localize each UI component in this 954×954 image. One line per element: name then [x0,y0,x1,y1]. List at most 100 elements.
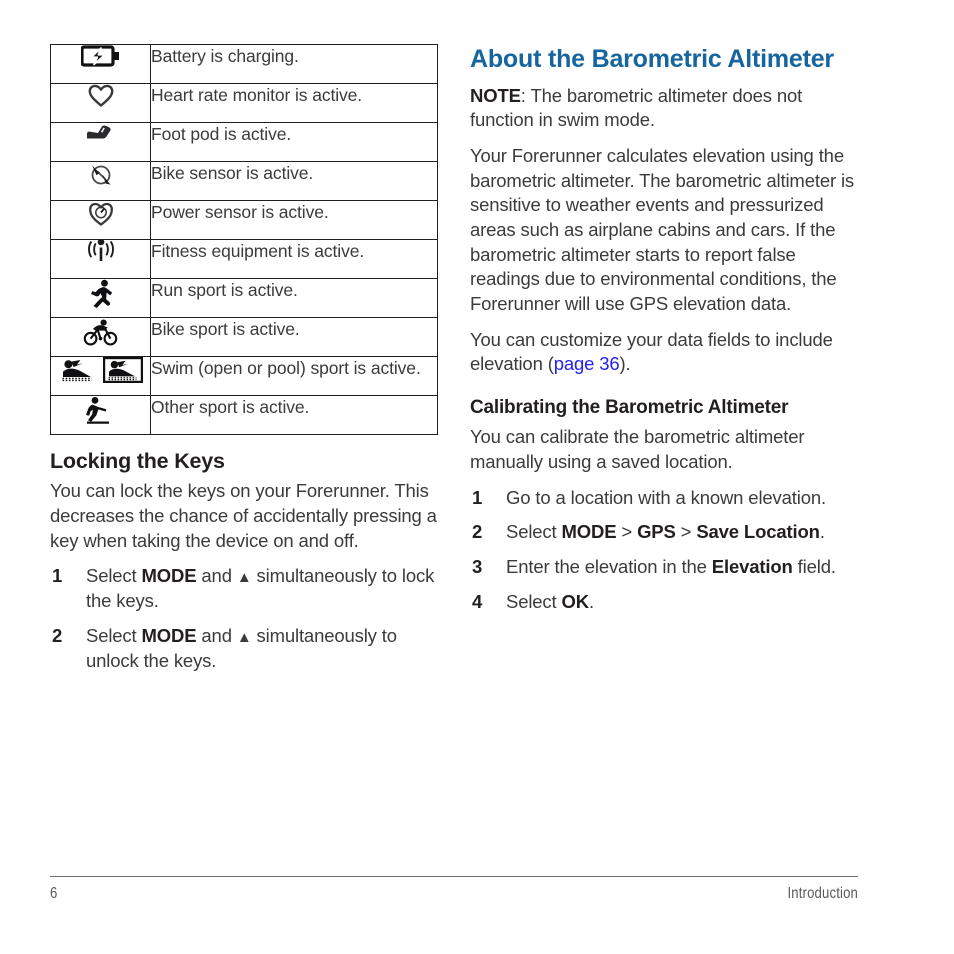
manual-page: Battery is charging. Heart rate monitor … [0,0,954,954]
left-column: Battery is charging. Heart rate monitor … [50,44,440,684]
fitness-equipment-icon [84,240,118,264]
icon-cell-heart-rate-monitor [50,83,151,123]
up-arrow-icon: ▲ [236,628,252,646]
note-text: : The barometric altimeter does not func… [470,84,803,131]
customize-suffix: ). [619,353,631,375]
step-number: 1 [472,486,483,508]
step-text-suffix: field. [792,556,836,578]
about-altimeter-heading: About the Barometric Altimeter [470,45,834,73]
table-row: Foot pod is active. [50,122,438,162]
step-text-prefix: Select [86,565,142,587]
step-text: Enter the elevation in the [506,556,712,578]
status-description: Foot pod is active. [150,122,438,162]
bike-sport-icon [83,318,119,346]
bike-sensor-icon [88,162,114,188]
step-number: 3 [472,556,483,578]
step-key-mode: MODE [141,624,197,646]
page-columns: Battery is charging. Heart rate monitor … [0,0,954,880]
footer-section-title: Introduction [787,885,858,902]
about-altimeter-customize: You can customize your data fields to in… [470,328,862,377]
step-period: . [819,521,825,543]
footer-inner: 6 Introduction [50,877,858,903]
customize-prefix: You can customize your data fields to in… [470,328,833,375]
step-text-prefix: Select [86,624,142,646]
note-label: NOTE [470,84,521,106]
icon-cell-fitness-equipment [50,239,151,279]
step-key-gps: GPS [637,521,676,543]
table-row: Other sport is active. [50,395,438,435]
page-36-link[interactable]: page 36 [554,353,620,374]
step-key-save-location: Save Location [696,521,820,543]
icon-cell-bike-sensor [50,161,151,201]
up-arrow-icon: ▲ [236,569,252,587]
step-key-ok: OK [561,590,590,612]
locking-keys-heading: Locking the Keys [50,449,225,473]
status-description: Heart rate monitor is active. [150,83,438,123]
power-sensor-icon [88,201,114,227]
status-description: Power sensor is active. [150,200,438,240]
status-icon-table: Battery is charging. Heart rate monitor … [50,44,438,435]
step-text-middle: and [196,565,237,587]
table-row: Fitness equipment is active. [50,239,438,279]
table-row: Swim (open or pool) sport is active. [50,356,438,396]
list-item: 2 Select MODE > GPS > Save Location. [470,520,862,545]
list-item: 3 Enter the elevation in the Elevation fi… [470,555,862,580]
other-sport-icon [84,396,118,424]
status-icon-table-body: Battery is charging. Heart rate monitor … [50,44,438,435]
step-period: . [588,590,594,612]
status-description: Bike sport is active. [150,317,438,357]
step-field-elevation: Elevation [711,556,793,578]
right-column: About the Barometric Altimeter NOTE: The… [470,44,862,625]
step-separator: > [675,521,697,543]
step-key-mode: MODE [141,565,197,587]
table-row: Power sensor is active. [50,200,438,240]
icon-cell-power-sensor [50,200,151,240]
step-number: 1 [52,565,63,587]
calibrating-steps: 1 Go to a location with a known elevation… [470,486,862,615]
icon-cell-run-sport [50,278,151,318]
list-item: 2 Select MODE and ▲ simultaneously to unl… [50,624,440,674]
locking-keys-steps: 1 Select MODE and ▲ simultaneously to loc… [50,564,440,673]
step-key-mode: MODE [561,521,617,543]
icon-cell-swim-sport [50,356,151,396]
about-altimeter-note: NOTE: The barometric altimeter does not … [470,84,862,133]
page-footer: 6 Introduction [50,876,858,903]
swim-pool-icon [102,357,143,383]
icon-cell-foot-pod [50,122,151,162]
step-text: Select [506,590,562,612]
step-text-middle: and [196,624,237,646]
step-number: 4 [472,590,483,612]
footer-page-number: 6 [50,885,58,902]
list-item: 1 Select MODE and ▲ simultaneously to loc… [50,564,440,614]
about-altimeter-paragraph: Your Forerunner calculates elevation usi… [470,144,855,314]
step-text: Select [506,521,562,543]
status-description: Bike sensor is active. [150,161,438,201]
status-description: Swim (open or pool) sport is active. [150,356,438,396]
table-row: Run sport is active. [50,278,438,318]
heart-rate-monitor-icon [88,84,114,108]
table-row: Bike sport is active. [50,317,438,357]
icon-cell-bike-sport [50,317,151,357]
run-sport-icon [87,279,115,309]
status-description: Other sport is active. [150,395,438,435]
step-number: 2 [472,521,483,543]
list-item: 4 Select OK. [470,590,862,615]
list-item: 1 Go to a location with a known elevation… [470,486,862,511]
status-description: Battery is charging. [150,44,438,84]
swim-open-water-icon [59,358,95,382]
calibrating-heading: Calibrating the Barometric Altimeter [470,397,789,419]
table-row: Battery is charging. [50,44,438,84]
swim-open-and-pool-sport-icon [59,357,143,383]
calibrating-intro: You can calibrate the barometric altimet… [470,426,805,472]
status-description: Run sport is active. [150,278,438,318]
table-row: Bike sensor is active. [50,161,438,201]
battery-charging-icon [80,45,121,67]
foot-pod-icon [85,123,117,143]
step-number: 2 [52,624,63,646]
status-description: Fitness equipment is active. [150,239,438,279]
icon-cell-battery-charging [50,44,151,84]
table-row: Heart rate monitor is active. [50,83,438,123]
step-text: Go to a location with a known elevation. [506,486,826,508]
icon-cell-other-sport [50,395,151,435]
step-separator: > [616,521,638,543]
